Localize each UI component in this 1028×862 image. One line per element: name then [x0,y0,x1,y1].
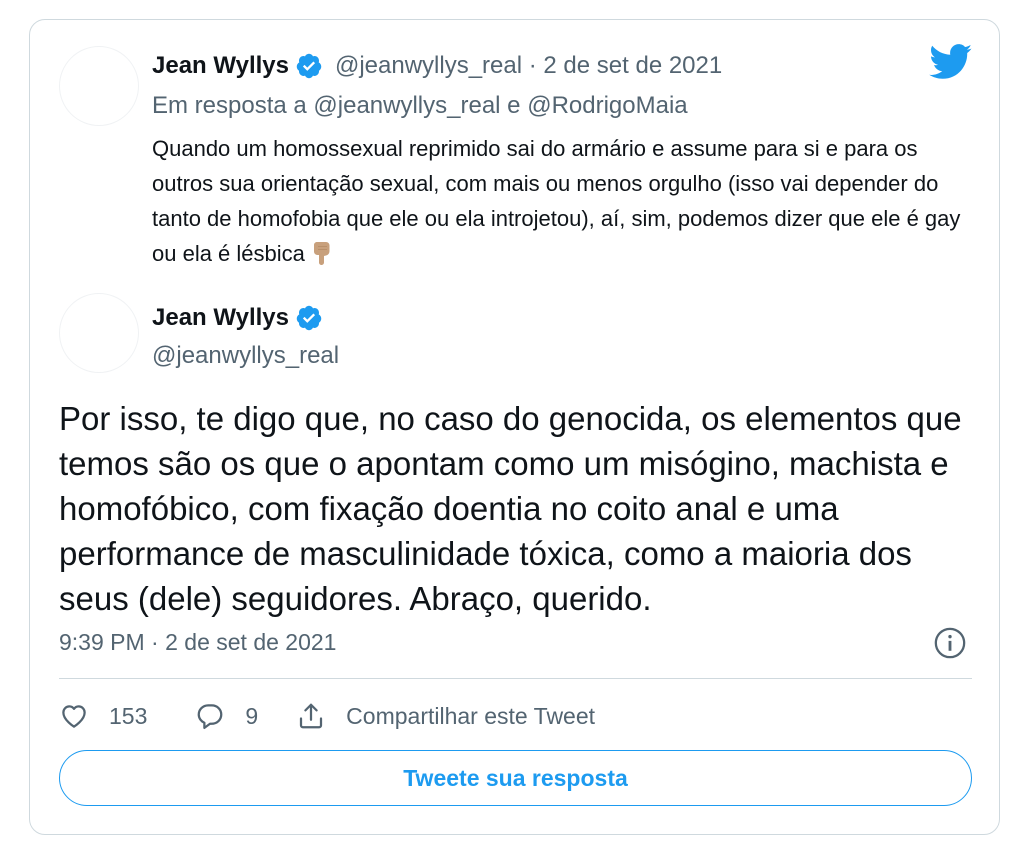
author-handle[interactable]: @jeanwyllys_real [152,340,339,372]
speech-bubble-icon [198,704,223,729]
like-button[interactable]: 153 [59,701,147,731]
quoted-author-avatar[interactable] [59,46,139,126]
reply-button[interactable]: 9 [195,701,258,731]
quoted-tweet-header: Jean Wyllys @jeanwyllys_real · 2 de set … [152,50,722,82]
pointing-down-emoji-icon [313,242,330,265]
tweet-your-reply-button[interactable]: Tweete sua resposta [59,750,972,806]
tweet-actions: 153 9 Compartilhar este Tweet [59,696,595,736]
reply-context: Em resposta a @jeanwyllys_real e @Rodrig… [152,92,688,119]
verified-badge-icon [296,53,322,79]
quoted-author-name[interactable]: Jean Wyllys [152,50,289,82]
twitter-bird-icon[interactable] [929,44,973,80]
share-icon [300,703,323,729]
reply-mention-1[interactable]: @jeanwyllys_real [313,92,500,119]
tweet-text: Por isso, te digo que, no caso do genoci… [59,400,962,617]
author-name[interactable]: Jean Wyllys [152,302,289,334]
quoted-handle-and-date[interactable]: @jeanwyllys_real · 2 de set de 2021 [335,50,722,82]
tweet-header: Jean Wyllys [152,302,335,334]
like-count: 153 [109,702,148,729]
tweet-timestamp[interactable]: 9:39 PM · 2 de set de 2021 [59,626,336,658]
reply-count: 9 [245,702,259,729]
heart-icon [62,705,86,728]
author-avatar[interactable] [59,293,139,373]
share-label: Compartilhar este Tweet [346,702,596,729]
verified-badge-icon [296,305,322,331]
quoted-tweet-text: Quando um homossexual reprimido sai do a… [152,136,961,266]
share-button[interactable]: Compartilhar este Tweet [296,701,595,731]
divider [59,678,972,679]
info-icon[interactable] [933,626,967,660]
reply-mention-2[interactable]: @RodrigoMaia [527,92,687,119]
